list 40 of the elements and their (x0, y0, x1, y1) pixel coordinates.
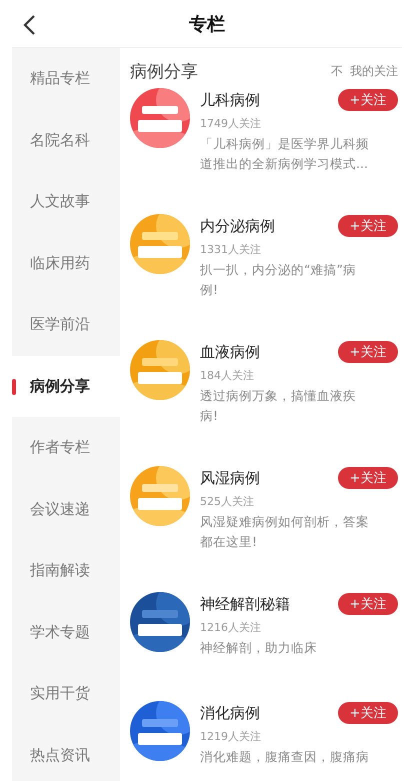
column-description: 扒一扒，内分泌的“难搞”病例! (200, 261, 357, 299)
sidebar-item[interactable]: 精品专栏 (12, 48, 120, 110)
sidebar-item[interactable]: 名院名科 (12, 110, 120, 171)
sidebar-item[interactable]: 医学前沿 (12, 294, 120, 356)
follow-button[interactable]: +关注 (338, 467, 398, 489)
follower-count: 184人关注 (200, 368, 255, 383)
sidebar-item[interactable]: 病例分享 (12, 356, 120, 417)
follow-button[interactable]: +关注 (338, 593, 398, 615)
sidebar-item[interactable]: 指南解读 (12, 540, 120, 602)
back-icon[interactable] (22, 14, 36, 36)
follow-button[interactable]: +关注 (338, 702, 398, 724)
section-title: 病例分享 (130, 60, 198, 82)
sidebar-item[interactable]: 实用干货 (12, 663, 120, 724)
sidebar-item[interactable]: 人文故事 (12, 171, 120, 232)
page-title: 专栏 (189, 12, 225, 36)
follower-count: 1219人关注 (200, 729, 262, 744)
sidebar-item[interactable]: 会议速递 (12, 478, 120, 540)
column-description: 透过病例万象，搞懂血液疾病! (200, 387, 357, 425)
column-name: 血液病例 (200, 342, 260, 362)
column-name: 内分泌病例 (200, 216, 275, 236)
follow-button[interactable]: +关注 (338, 215, 398, 237)
sidebar-item[interactable]: 学术专题 (12, 602, 120, 663)
column-name: 儿科病例 (200, 90, 260, 110)
my-follows-link[interactable]: 不 我的关注 (331, 62, 398, 80)
sidebar-item[interactable]: 临床用药 (12, 232, 120, 294)
follower-count: 525人关注 (200, 494, 255, 509)
column-description: 「儿科病例」是医学界儿科频道推出的全新病例学习模式... (200, 135, 370, 173)
column-name: 神经解剖秘籍 (200, 594, 290, 614)
follower-count: 1216人关注 (200, 620, 262, 635)
column-description: 消化难题，腹痛查因，腹痛病 (200, 748, 370, 766)
column-description: 风湿疑难病例如何剖析，答案都在这里! (200, 513, 370, 551)
follower-count: 1749人关注 (200, 116, 262, 131)
follower-count: 1331人关注 (200, 242, 262, 257)
sidebar-item[interactable]: 热点资讯 (12, 724, 120, 781)
sidebar-item[interactable]: 作者专栏 (12, 417, 120, 478)
follow-button[interactable]: +关注 (338, 341, 398, 363)
follow-button[interactable]: +关注 (338, 89, 398, 111)
column-description: 神经解剖，助力临床 (200, 639, 318, 657)
column-name: 消化病例 (200, 704, 260, 722)
column-name: 风湿病例 (200, 468, 260, 488)
